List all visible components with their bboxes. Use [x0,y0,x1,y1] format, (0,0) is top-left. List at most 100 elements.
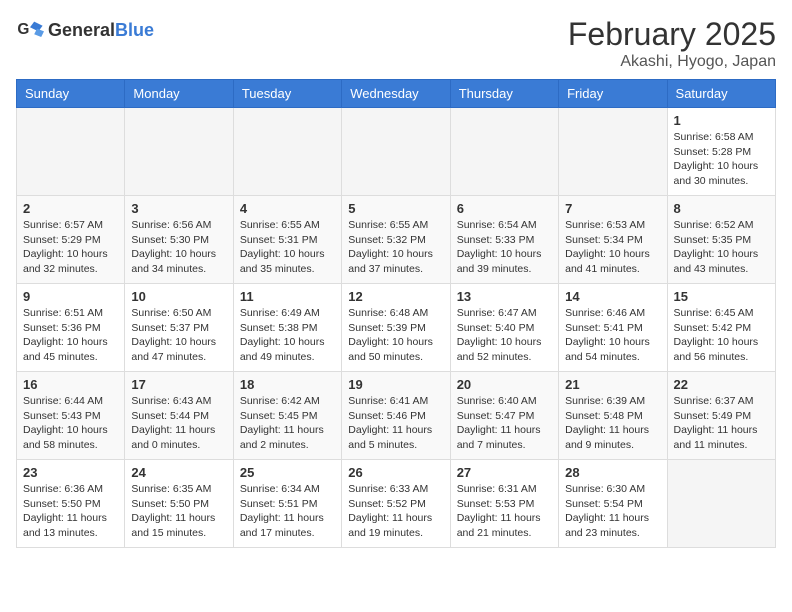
calendar-cell: 13 Sunrise: 6:47 AM Sunset: 5:40 PM Dayli… [450,284,558,372]
calendar-cell [450,108,558,196]
day-number: 3 [131,201,226,216]
calendar-cell: 20 Sunrise: 6:40 AM Sunset: 5:47 PM Dayli… [450,372,558,460]
logo-text: GeneralBlue [48,20,154,41]
day-number: 2 [23,201,118,216]
calendar-cell: 9 Sunrise: 6:51 AM Sunset: 5:36 PM Daylig… [17,284,125,372]
weekday-header-tuesday: Tuesday [233,80,341,108]
day-info: Sunrise: 6:57 AM Sunset: 5:29 PM Dayligh… [23,218,118,277]
calendar-cell: 1Sunrise: 6:58 AM Sunset: 5:28 PM Daylig… [667,108,775,196]
calendar-cell: 6 Sunrise: 6:54 AM Sunset: 5:33 PM Daylig… [450,196,558,284]
day-number: 1 [674,113,769,128]
day-number: 6 [457,201,552,216]
day-number: 21 [565,377,660,392]
day-info: Sunrise: 6:46 AM Sunset: 5:41 PM Dayligh… [565,306,660,365]
calendar-cell: 19 Sunrise: 6:41 AM Sunset: 5:46 PM Dayli… [342,372,450,460]
day-number: 22 [674,377,769,392]
calendar-cell: 17 Sunrise: 6:43 AM Sunset: 5:44 PM Dayli… [125,372,233,460]
calendar-cell: 7 Sunrise: 6:53 AM Sunset: 5:34 PM Daylig… [559,196,667,284]
day-info: Sunrise: 6:55 AM Sunset: 5:32 PM Dayligh… [348,218,443,277]
weekday-header-saturday: Saturday [667,80,775,108]
day-number: 11 [240,289,335,304]
calendar-cell: 2 Sunrise: 6:57 AM Sunset: 5:29 PM Daylig… [17,196,125,284]
calendar-cell: 8 Sunrise: 6:52 AM Sunset: 5:35 PM Daylig… [667,196,775,284]
day-number: 7 [565,201,660,216]
day-info: Sunrise: 6:54 AM Sunset: 5:33 PM Dayligh… [457,218,552,277]
weekday-header-friday: Friday [559,80,667,108]
weekday-header-row: SundayMondayTuesdayWednesdayThursdayFrid… [17,80,776,108]
weekday-header-thursday: Thursday [450,80,558,108]
day-info: Sunrise: 6:40 AM Sunset: 5:47 PM Dayligh… [457,394,552,453]
calendar-cell: 28Sunrise: 6:30 AM Sunset: 5:54 PM Dayli… [559,460,667,548]
calendar-cell: 3 Sunrise: 6:56 AM Sunset: 5:30 PM Daylig… [125,196,233,284]
calendar-cell: 14 Sunrise: 6:46 AM Sunset: 5:41 PM Dayli… [559,284,667,372]
day-number: 5 [348,201,443,216]
week-row-2: 2 Sunrise: 6:57 AM Sunset: 5:29 PM Daylig… [17,196,776,284]
weekday-header-monday: Monday [125,80,233,108]
calendar-cell: 10 Sunrise: 6:50 AM Sunset: 5:37 PM Dayli… [125,284,233,372]
day-number: 25 [240,465,335,480]
calendar-cell: 25 Sunrise: 6:34 AM Sunset: 5:51 PM Dayli… [233,460,341,548]
day-info: Sunrise: 6:56 AM Sunset: 5:30 PM Dayligh… [131,218,226,277]
page-header: G GeneralBlue February 2025 Akashi, Hyog… [16,16,776,71]
day-info: Sunrise: 6:48 AM Sunset: 5:39 PM Dayligh… [348,306,443,365]
day-number: 8 [674,201,769,216]
day-number: 9 [23,289,118,304]
day-number: 19 [348,377,443,392]
day-number: 27 [457,465,552,480]
day-info: Sunrise: 6:41 AM Sunset: 5:46 PM Dayligh… [348,394,443,453]
location-title: Akashi, Hyogo, Japan [568,53,776,71]
calendar-cell: 15 Sunrise: 6:45 AM Sunset: 5:42 PM Dayli… [667,284,775,372]
calendar-cell: 11 Sunrise: 6:49 AM Sunset: 5:38 PM Dayli… [233,284,341,372]
day-info: Sunrise: 6:47 AM Sunset: 5:40 PM Dayligh… [457,306,552,365]
logo-icon: G [16,16,44,44]
calendar-cell: 23 Sunrise: 6:36 AM Sunset: 5:50 PM Dayli… [17,460,125,548]
weekday-header-sunday: Sunday [17,80,125,108]
day-info: Sunrise: 6:42 AM Sunset: 5:45 PM Dayligh… [240,394,335,453]
calendar-cell [559,108,667,196]
day-number: 26 [348,465,443,480]
calendar-cell [667,460,775,548]
day-number: 17 [131,377,226,392]
month-title: February 2025 [568,16,776,53]
calendar-cell: 16Sunrise: 6:44 AM Sunset: 5:43 PM Dayli… [17,372,125,460]
calendar-cell: 27 Sunrise: 6:31 AM Sunset: 5:53 PM Dayli… [450,460,558,548]
day-info: Sunrise: 6:34 AM Sunset: 5:51 PM Dayligh… [240,482,335,541]
day-info: Sunrise: 6:44 AM Sunset: 5:43 PM Dayligh… [23,394,118,453]
calendar-cell [342,108,450,196]
day-info: Sunrise: 6:33 AM Sunset: 5:52 PM Dayligh… [348,482,443,541]
title-block: February 2025 Akashi, Hyogo, Japan [568,16,776,71]
svg-text:G: G [17,21,29,38]
calendar-cell: 4Sunrise: 6:55 AM Sunset: 5:31 PM Daylig… [233,196,341,284]
calendar-cell: 26 Sunrise: 6:33 AM Sunset: 5:52 PM Dayli… [342,460,450,548]
day-info: Sunrise: 6:49 AM Sunset: 5:38 PM Dayligh… [240,306,335,365]
day-number: 14 [565,289,660,304]
calendar-cell [17,108,125,196]
calendar-table: SundayMondayTuesdayWednesdayThursdayFrid… [16,79,776,548]
calendar-cell [233,108,341,196]
day-number: 20 [457,377,552,392]
day-info: Sunrise: 6:30 AM Sunset: 5:54 PM Dayligh… [565,482,660,541]
week-row-4: 16Sunrise: 6:44 AM Sunset: 5:43 PM Dayli… [17,372,776,460]
day-info: Sunrise: 6:51 AM Sunset: 5:36 PM Dayligh… [23,306,118,365]
day-info: Sunrise: 6:52 AM Sunset: 5:35 PM Dayligh… [674,218,769,277]
day-info: Sunrise: 6:55 AM Sunset: 5:31 PM Dayligh… [240,218,335,277]
day-number: 23 [23,465,118,480]
day-number: 24 [131,465,226,480]
day-info: Sunrise: 6:43 AM Sunset: 5:44 PM Dayligh… [131,394,226,453]
week-row-3: 9 Sunrise: 6:51 AM Sunset: 5:36 PM Daylig… [17,284,776,372]
day-number: 10 [131,289,226,304]
day-info: Sunrise: 6:31 AM Sunset: 5:53 PM Dayligh… [457,482,552,541]
day-info: Sunrise: 6:53 AM Sunset: 5:34 PM Dayligh… [565,218,660,277]
logo: G GeneralBlue [16,16,154,44]
week-row-5: 23 Sunrise: 6:36 AM Sunset: 5:50 PM Dayli… [17,460,776,548]
calendar-cell: 21Sunrise: 6:39 AM Sunset: 5:48 PM Dayli… [559,372,667,460]
day-number: 12 [348,289,443,304]
calendar-cell: 12 Sunrise: 6:48 AM Sunset: 5:39 PM Dayli… [342,284,450,372]
day-number: 13 [457,289,552,304]
week-row-1: 1Sunrise: 6:58 AM Sunset: 5:28 PM Daylig… [17,108,776,196]
day-info: Sunrise: 6:50 AM Sunset: 5:37 PM Dayligh… [131,306,226,365]
calendar-cell: 24Sunrise: 6:35 AM Sunset: 5:50 PM Dayli… [125,460,233,548]
day-number: 15 [674,289,769,304]
day-info: Sunrise: 6:36 AM Sunset: 5:50 PM Dayligh… [23,482,118,541]
day-info: Sunrise: 6:45 AM Sunset: 5:42 PM Dayligh… [674,306,769,365]
